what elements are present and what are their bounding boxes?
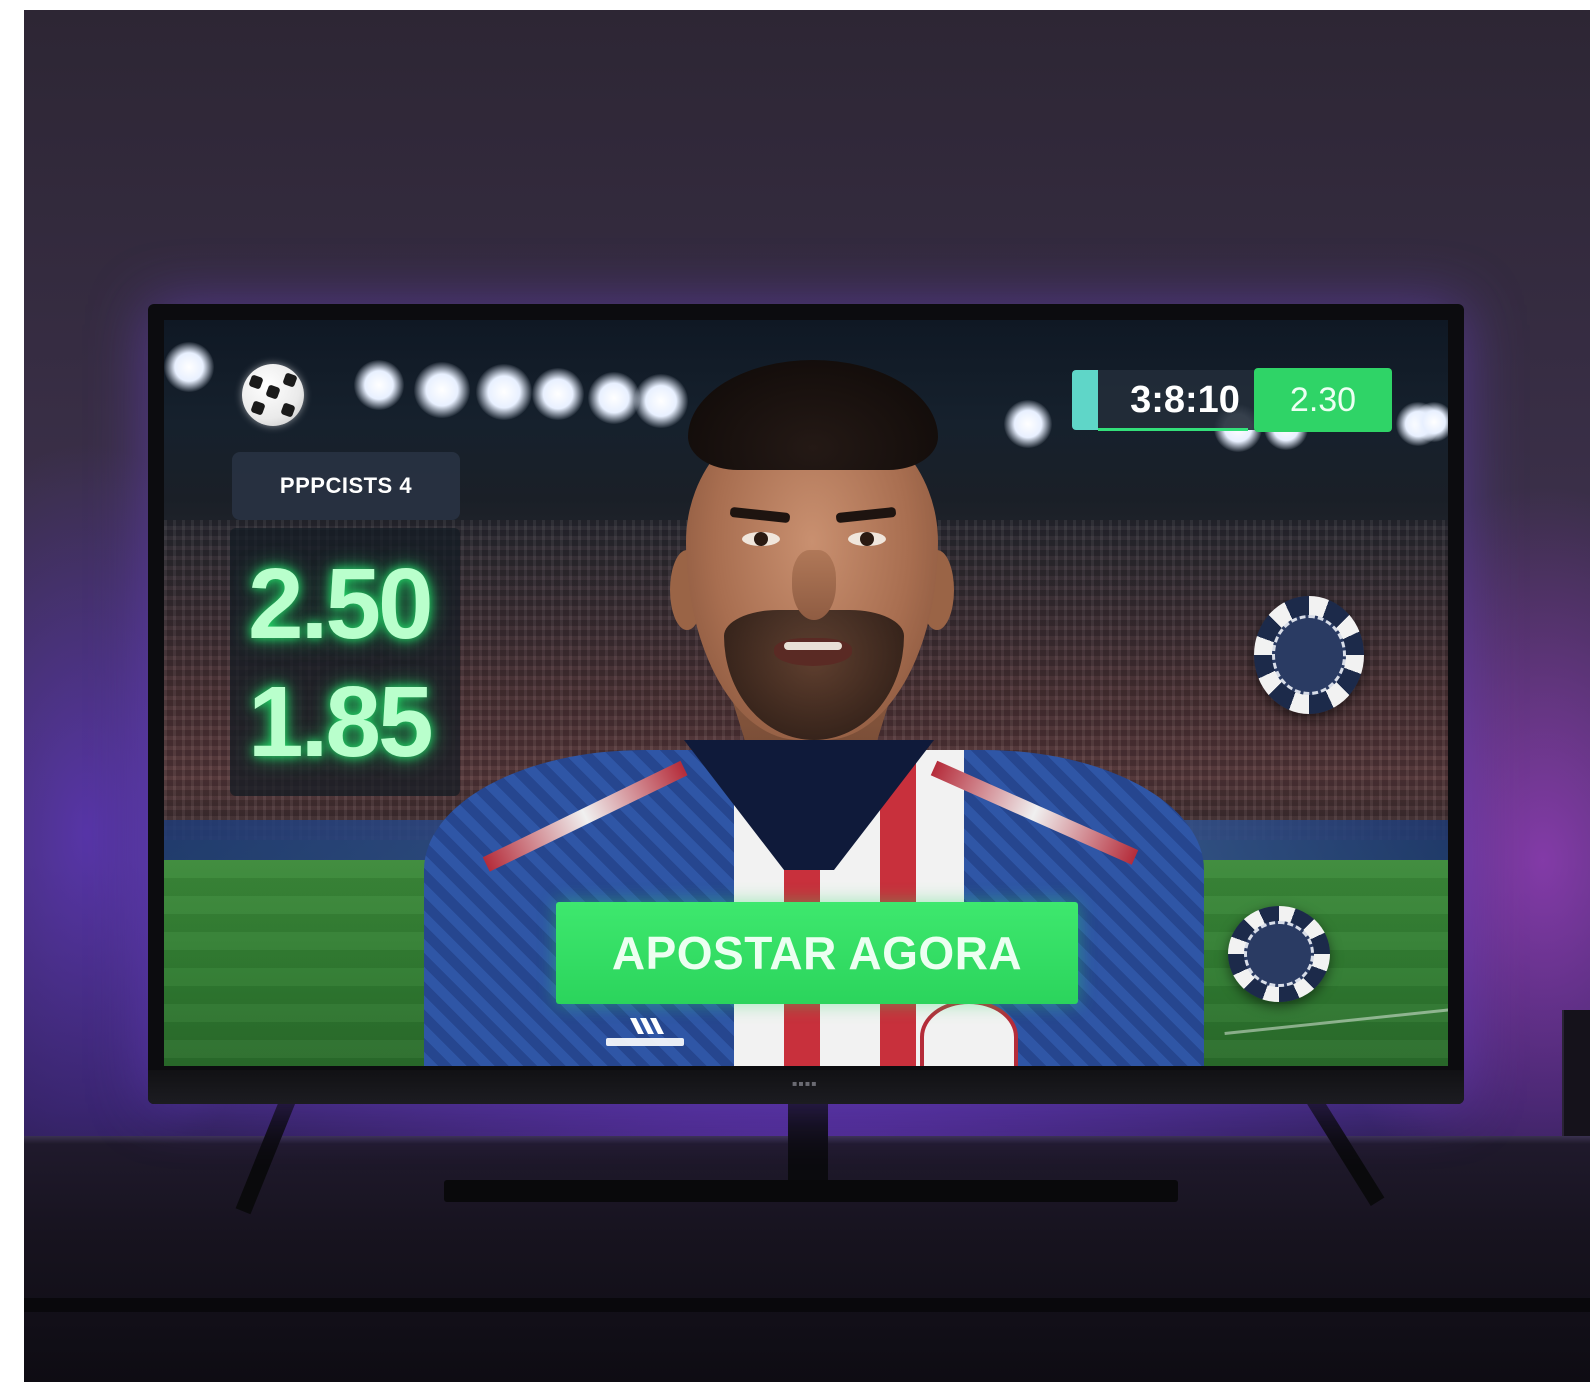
tv-screen: PPPCISTS 4 2.50 1.85 3:8:10 2.30 APOSTAR… (164, 320, 1448, 1066)
poker-chip-icon (1254, 596, 1364, 714)
club-crest (920, 1000, 1018, 1066)
odds-value-secondary[interactable]: 1.85 (248, 672, 434, 772)
soccer-ball-icon (242, 364, 304, 426)
player-hair (688, 360, 938, 470)
player-nose (792, 550, 836, 620)
odds-value-primary[interactable]: 2.50 (248, 554, 434, 654)
poker-chip-icon (1228, 906, 1330, 1002)
player-pupil-left (754, 532, 768, 546)
timer-progress-line (1098, 428, 1248, 431)
market-tag[interactable]: PPPCISTS 4 (232, 452, 460, 520)
tv-stand-neck (788, 1104, 828, 1184)
kit-sponsor-logo (600, 1016, 690, 1054)
live-rate-badge[interactable]: 2.30 (1254, 368, 1392, 432)
match-timer: 3:8:10 (1072, 370, 1272, 430)
tv-brand-logo: ▪▪▪▪ (792, 1079, 818, 1088)
bet-now-button[interactable]: APOSTAR AGORA (556, 902, 1078, 1004)
player-pupil-right (860, 532, 874, 546)
cabinet-drawer-gap (24, 1298, 1590, 1312)
tv-stand-base (444, 1180, 1178, 1202)
player-teeth (784, 642, 842, 650)
